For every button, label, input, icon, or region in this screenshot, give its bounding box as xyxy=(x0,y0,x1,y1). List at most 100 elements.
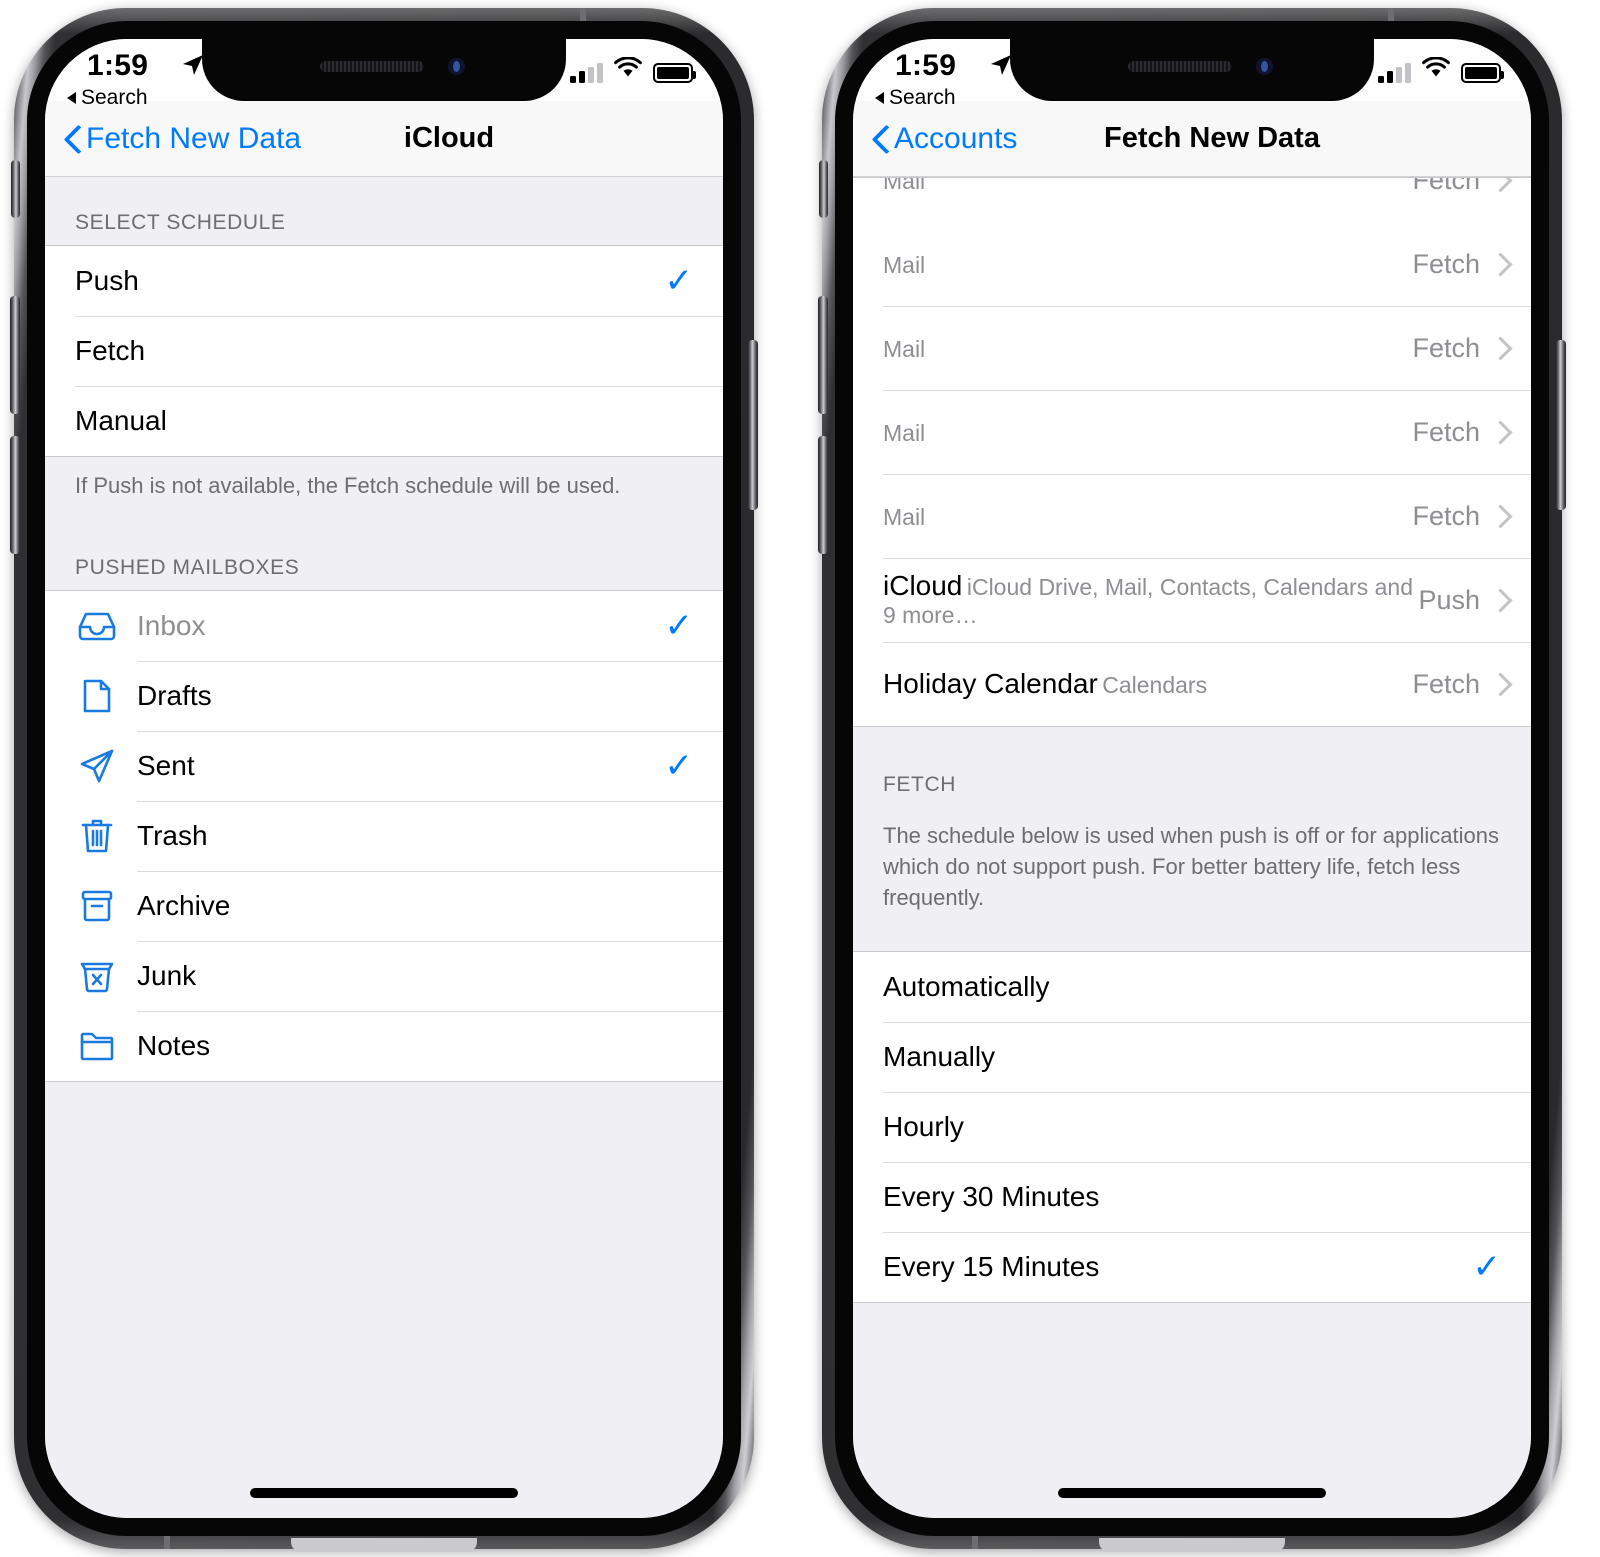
triangle-left-icon xyxy=(875,92,884,104)
power-button-left[interactable] xyxy=(748,340,758,510)
schedule-option-push[interactable]: Push ✓ xyxy=(45,246,723,316)
volume-up-button-left[interactable] xyxy=(10,296,20,414)
account-value: Fetch xyxy=(1412,668,1480,699)
mailbox-row-archive[interactable]: Archive xyxy=(45,870,723,941)
status-bar-back-to-search[interactable]: Search xyxy=(875,86,956,110)
account-value: Fetch xyxy=(1412,248,1480,279)
screen-left: 1:59 Search Fetch New Data iCloud SELECT… xyxy=(45,39,723,1518)
section-description-fetch: The schedule below is used when push is … xyxy=(853,807,1531,952)
mailbox-row-sent[interactable]: Sent ✓ xyxy=(45,730,723,801)
chevron-left-icon xyxy=(65,126,80,152)
trash-can-icon xyxy=(75,818,119,854)
chevron-right-icon xyxy=(1492,253,1505,275)
fetch-option-label: Automatically xyxy=(883,971,1050,1003)
mailbox-label: Junk xyxy=(137,959,197,991)
phone-right: 1:59 Search Accounts Fetch New Data Mail… xyxy=(818,8,1566,1552)
schedule-option-manual[interactable]: Manual xyxy=(45,386,723,456)
account-row[interactable]: Mail Fetch xyxy=(853,474,1531,558)
account-value: Fetch xyxy=(1412,416,1480,447)
checkmark-icon: ✓ xyxy=(664,262,694,300)
antenna-line-top-right xyxy=(580,8,586,22)
status-bar-back-to-search[interactable]: Search xyxy=(67,86,148,110)
home-indicator-right[interactable] xyxy=(1058,1488,1326,1498)
mute-switch-left[interactable] xyxy=(11,160,20,218)
fetch-option-manually[interactable]: Manually xyxy=(853,1022,1531,1093)
volume-up-button-right[interactable] xyxy=(818,296,828,414)
front-camera-icon xyxy=(448,58,465,75)
schedule-option-label: Fetch xyxy=(75,335,146,366)
volume-down-button-left[interactable] xyxy=(10,436,20,554)
back-button-label: Accounts xyxy=(894,121,1018,155)
mailbox-row-notes[interactable]: Notes xyxy=(45,1010,723,1081)
screen-right: 1:59 Search Accounts Fetch New Data Mail… xyxy=(853,39,1531,1518)
schedule-option-label: Push xyxy=(75,265,139,296)
account-text: Mail xyxy=(883,178,1412,196)
account-row[interactable]: Mail Fetch xyxy=(853,178,1531,222)
power-button-right[interactable] xyxy=(1556,340,1566,510)
status-bar-indicators xyxy=(1378,56,1504,83)
mailbox-label: Notes xyxy=(137,1029,211,1061)
account-subtitle: Mail xyxy=(883,503,926,530)
account-value: Fetch xyxy=(1412,332,1480,363)
archive-box-icon xyxy=(75,889,119,923)
phone-left: 1:59 Search Fetch New Data iCloud SELECT… xyxy=(10,8,758,1552)
antenna-line-bottom-left xyxy=(164,1535,170,1549)
fetch-option-hourly[interactable]: Hourly xyxy=(853,1092,1531,1163)
status-bar-time: 1:59 xyxy=(87,49,149,82)
fetch-option-every-15-minutes[interactable]: Every 15 Minutes ✓ xyxy=(853,1232,1531,1303)
phone-bottom-notch-left xyxy=(291,1538,477,1552)
mailbox-label: Trash xyxy=(137,819,208,851)
battery-full-icon xyxy=(1461,63,1504,83)
account-subtitle: Mail xyxy=(883,178,926,194)
account-subtitle: Mail xyxy=(883,419,926,446)
mailbox-row-inbox[interactable]: Inbox ✓ xyxy=(45,590,723,661)
volume-down-button-right[interactable] xyxy=(818,436,828,554)
folder-icon xyxy=(75,1031,119,1061)
home-indicator-left[interactable] xyxy=(250,1488,518,1498)
triangle-left-icon xyxy=(67,92,76,104)
account-row[interactable]: Mail Fetch xyxy=(853,222,1531,306)
fetch-option-label: Hourly xyxy=(883,1111,964,1143)
wifi-icon xyxy=(1422,56,1450,83)
account-row-holiday-calendar[interactable]: Holiday Calendar Calendars Fetch xyxy=(853,642,1531,726)
mailbox-row-trash[interactable]: Trash xyxy=(45,800,723,871)
section-header-pushed-mailboxes: PUSHED MAILBOXES xyxy=(45,521,723,590)
fetch-option-label: Every 30 Minutes xyxy=(883,1181,1100,1213)
schedule-options-group: Push ✓ Fetch Manual xyxy=(45,245,723,457)
account-row[interactable]: Mail Fetch xyxy=(853,390,1531,474)
status-bar-indicators xyxy=(570,56,696,83)
account-title: iCloud xyxy=(883,570,963,602)
account-value: Fetch xyxy=(1412,500,1480,531)
checkmark-icon: ✓ xyxy=(664,606,694,645)
mailbox-row-drafts[interactable]: Drafts xyxy=(45,660,723,731)
mailbox-row-junk[interactable]: Junk xyxy=(45,940,723,1011)
mute-switch-right[interactable] xyxy=(819,160,828,218)
fetch-option-label: Manually xyxy=(883,1041,996,1073)
fetch-option-label: Every 15 Minutes xyxy=(883,1251,1100,1283)
back-button-accounts[interactable]: Accounts xyxy=(873,122,1017,156)
nav-bar-left: Fetch New Data iCloud xyxy=(45,101,723,177)
cellular-signal-icon xyxy=(570,63,603,83)
settings-list-right[interactable]: Mail Fetch Mail Fetch Mail Fetch Mail Fe… xyxy=(853,177,1531,1518)
accounts-group: Mail Fetch Mail Fetch Mail Fetch Mail Fe… xyxy=(853,177,1531,727)
fetch-option-every-30-minutes[interactable]: Every 30 Minutes xyxy=(853,1162,1531,1233)
chevron-right-icon xyxy=(1492,421,1505,443)
account-row-icloud[interactable]: iCloud iCloud Drive, Mail, Contacts, Cal… xyxy=(853,558,1531,642)
document-icon xyxy=(75,678,119,714)
account-value: Push xyxy=(1418,584,1480,615)
earpiece-speaker-icon xyxy=(1128,61,1232,72)
account-text: Mail xyxy=(883,248,1412,280)
pushed-mailboxes-group: Inbox ✓ Drafts Sent ✓ Trash Archive Junk… xyxy=(45,589,723,1082)
battery-full-icon xyxy=(653,63,696,83)
back-button-fetch-new-data[interactable]: Fetch New Data xyxy=(65,122,301,156)
nav-bar-right: Accounts Fetch New Data xyxy=(853,101,1531,177)
settings-list-left[interactable]: SELECT SCHEDULE Push ✓ Fetch Manual If P… xyxy=(45,177,723,1518)
account-text: Mail xyxy=(883,416,1412,448)
fetch-option-automatically[interactable]: Automatically xyxy=(853,952,1531,1023)
schedule-option-label: Manual xyxy=(75,405,167,436)
schedule-option-fetch[interactable]: Fetch xyxy=(45,316,723,386)
checkmark-icon: ✓ xyxy=(664,746,694,785)
fetch-interval-group: Automatically Manually Hourly Every 30 M… xyxy=(853,951,1531,1304)
account-row[interactable]: Mail Fetch xyxy=(853,306,1531,390)
chevron-left-icon xyxy=(873,126,888,152)
